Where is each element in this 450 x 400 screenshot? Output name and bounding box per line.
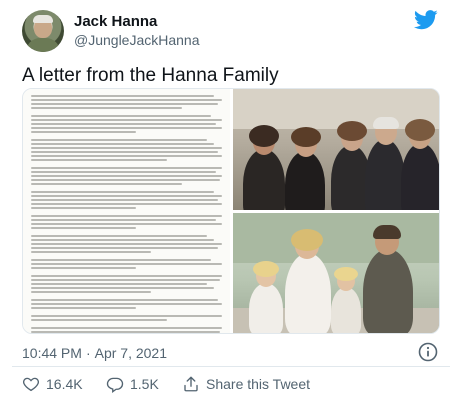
letter-text-line — [31, 235, 207, 237]
author-block: Jack Hanna @JungleJackHanna — [74, 12, 200, 50]
tweet-timestamp[interactable]: 10:44 PM · Apr 7, 2021 — [22, 344, 167, 362]
letter-text-line — [31, 207, 137, 209]
letter-text-line — [31, 275, 222, 277]
letter-text-line — [31, 291, 152, 293]
letter-text-line — [31, 167, 222, 169]
letter-text-line — [31, 159, 167, 161]
divider — [12, 366, 450, 367]
letter-text-line — [31, 115, 211, 117]
letter-text-line — [31, 263, 222, 265]
letter-text-line — [31, 107, 182, 109]
letter-text-line — [31, 191, 215, 193]
letter-text-line — [31, 279, 221, 281]
letter-text-line — [31, 303, 222, 305]
letter-text-line — [31, 99, 222, 101]
letter-text-line — [31, 239, 215, 241]
letter-text-line — [31, 287, 215, 289]
like-button[interactable]: 16.4K — [22, 372, 83, 396]
tweet-time[interactable]: 10:44 PM — [22, 345, 82, 361]
letter-text-line — [31, 119, 222, 121]
letter-text-line — [31, 299, 219, 301]
twitter-bird-icon[interactable] — [414, 10, 438, 30]
share-button[interactable]: Share this Tweet — [182, 372, 310, 396]
letter-text-line — [31, 155, 222, 157]
letter-text-line — [31, 171, 217, 173]
heart-icon — [23, 377, 39, 392]
tweet-date[interactable]: Apr 7, 2021 — [95, 345, 167, 361]
tweet-card: Jack Hanna @JungleJackHanna A letter fro… — [0, 0, 450, 400]
letter-text-line — [31, 123, 217, 125]
reply-button[interactable]: 1.5K — [106, 372, 159, 396]
tweet-header: Jack Hanna @JungleJackHanna — [22, 8, 442, 54]
letter-text-line — [31, 175, 222, 177]
letter-text-line — [31, 143, 215, 145]
letter-text-line — [31, 95, 215, 97]
letter-text-line — [31, 259, 211, 261]
letter-text-line — [31, 227, 137, 229]
family-photo-top[interactable] — [233, 89, 439, 210]
letter-text-line — [31, 127, 222, 129]
letter-text-line — [31, 179, 221, 181]
author-display-name[interactable]: Jack Hanna — [74, 12, 200, 31]
like-count: 16.4K — [46, 376, 83, 392]
reply-count: 1.5K — [130, 376, 159, 392]
letter-text-line — [31, 195, 222, 197]
info-icon[interactable] — [418, 342, 438, 362]
letter-text-line — [31, 199, 219, 201]
letter-text-line — [31, 247, 219, 249]
letter-text-line — [31, 307, 137, 309]
tweet-actions: 16.4K 1.5K Share this Tweet — [22, 372, 442, 396]
author-handle[interactable]: @JungleJackHanna — [74, 31, 200, 50]
letter-text-line — [31, 267, 137, 269]
letter-text-line — [31, 327, 222, 329]
family-photo-bottom[interactable] — [233, 213, 439, 333]
letter-text-line — [31, 331, 221, 333]
tweet-text: A letter from the Hanna Family — [22, 65, 279, 86]
letter-text-line — [31, 131, 137, 133]
meta-separator: · — [85, 345, 91, 361]
letter-text-line — [31, 283, 207, 285]
letter-text-line — [31, 139, 207, 141]
letter-text-line — [31, 251, 152, 253]
share-label: Share this Tweet — [206, 376, 311, 392]
letter-text-line — [31, 319, 167, 321]
letter-text-line — [31, 203, 222, 205]
letter-text-line — [31, 215, 222, 217]
letter-text-line — [31, 103, 219, 105]
letter-text-line — [31, 219, 217, 221]
letter-text-line — [31, 151, 219, 153]
letter-text-line — [31, 315, 222, 317]
letter-text-line — [31, 223, 222, 225]
letter-text-line — [31, 147, 222, 149]
letter-text-line — [31, 243, 222, 245]
share-icon — [184, 376, 198, 392]
avatar[interactable] — [22, 10, 64, 52]
reply-icon — [106, 377, 124, 393]
letter-image[interactable] — [23, 89, 230, 333]
letter-text-line — [31, 183, 182, 185]
tweet-media-grid[interactable] — [22, 88, 440, 334]
